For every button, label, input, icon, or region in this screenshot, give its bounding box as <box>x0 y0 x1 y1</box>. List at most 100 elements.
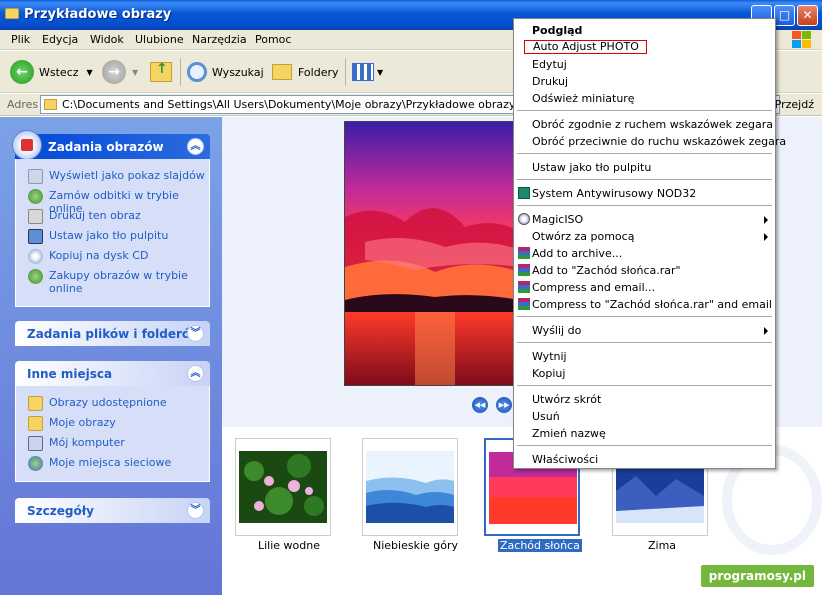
go-button[interactable]: Przejdź <box>775 98 814 111</box>
magiciso-icon <box>518 213 530 225</box>
blue-hills-image <box>366 451 454 523</box>
task-pane: Zadania obrazów ︽ Wyświetl jako pokaz sl… <box>0 117 222 595</box>
menu-separator <box>517 316 772 317</box>
winrar-icon <box>518 247 530 259</box>
other-places-title: Inne miejsca <box>27 367 113 381</box>
menu-item-create-shortcut[interactable]: Utwórz skrót <box>532 393 601 406</box>
thumbnail-label[interactable]: Niebieskie góry <box>373 539 458 552</box>
context-menu: Podgląd Auto Adjust PHOTO Edytuj Drukuj … <box>513 18 786 469</box>
back-button[interactable]: ← Wstecz ▼ <box>10 59 93 85</box>
search-button[interactable]: Wyszukaj <box>187 59 264 85</box>
details-title: Szczegóły <box>27 504 94 518</box>
water-lilies-image <box>239 451 327 523</box>
views-icon <box>352 63 374 81</box>
image-tasks-header[interactable]: Zadania obrazów ︽ <box>12 130 210 160</box>
maximize-button[interactable]: □ <box>774 5 795 26</box>
folder-icon <box>44 99 57 110</box>
task-print[interactable]: Drukuj ten obraz <box>28 209 141 224</box>
menu-item-nod32[interactable]: System Antywirusowy NOD32 <box>532 187 696 200</box>
file-tasks-header[interactable]: Zadania plików i folderów ︾ <box>15 321 210 346</box>
menu-plik[interactable]: Plik <box>11 33 30 46</box>
menu-item-edit[interactable]: Edytuj <box>532 58 567 71</box>
menu-item-magiciso[interactable]: MagicISO <box>532 213 583 226</box>
menu-widok[interactable]: Widok <box>90 33 124 46</box>
folders-label: Foldery <box>298 65 339 79</box>
other-places-header[interactable]: Inne miejsca ︽ <box>15 361 210 386</box>
task-label: Kopiuj na dysk CD <box>49 249 149 262</box>
thumbnail-label-selected[interactable]: Zachód słońca <box>498 539 582 552</box>
folders-button[interactable]: Foldery <box>272 59 339 85</box>
thumbnail-label[interactable]: Zima <box>648 539 676 552</box>
menu-item-set-desktop[interactable]: Ustaw jako tło pulpitu <box>532 161 651 174</box>
folders-icon <box>272 64 292 80</box>
menu-item-preview[interactable]: Podgląd <box>532 24 582 37</box>
menu-ulubione[interactable]: Ulubione <box>135 33 184 46</box>
menu-pomoc[interactable]: Pomoc <box>255 33 291 46</box>
menu-item-properties[interactable]: Właściwości <box>532 453 598 466</box>
task-copy-cd[interactable]: Kopiuj na dysk CD <box>28 249 148 264</box>
thumbnail-lilie-wodne[interactable] <box>235 438 331 536</box>
place-my-pictures[interactable]: Moje obrazy <box>28 416 116 431</box>
details-header[interactable]: Szczegóły ︾ <box>15 498 210 523</box>
task-label: Drukuj ten obraz <box>49 209 141 222</box>
menu-item-cut[interactable]: Wytnij <box>532 350 567 363</box>
place-network[interactable]: Moje miejsca sieciowe <box>28 456 171 471</box>
menu-separator <box>517 179 772 180</box>
watermark-badge: programosy.pl <box>700 565 814 587</box>
expand-chevron-icon[interactable]: ︾ <box>187 502 204 519</box>
menu-item-auto-adjust[interactable]: Auto Adjust PHOTO <box>524 40 647 54</box>
winrar-icon <box>518 298 530 310</box>
folder-icon <box>28 416 43 431</box>
menu-item-print[interactable]: Drukuj <box>532 75 568 88</box>
search-label: Wyszukaj <box>212 65 264 79</box>
place-shared-pictures[interactable]: Obrazy udostępnione <box>28 396 167 411</box>
globe-icon <box>28 189 43 204</box>
task-shop-online[interactable]: Zakupy obrazów w trybie online <box>28 269 188 295</box>
thumbnail-niebieskie-gory[interactable] <box>362 438 458 536</box>
place-label: Moje obrazy <box>49 416 116 429</box>
menu-separator <box>517 445 772 446</box>
menu-narzedzia[interactable]: Narzędzia <box>192 33 247 46</box>
previous-image-button[interactable]: ◀◀ <box>472 397 488 413</box>
other-places-panel: Obrazy udostępnione Moje obrazy Mój komp… <box>15 386 210 482</box>
up-folder-button[interactable]: ↑ <box>150 59 172 85</box>
submenu-arrow-icon <box>764 216 768 224</box>
expand-chevron-icon[interactable]: ︾ <box>187 325 204 342</box>
menu-item-rename[interactable]: Zmień nazwę <box>532 427 606 440</box>
menu-item-compress-rar-email[interactable]: Compress to "Zachód słońca.rar" and emai… <box>532 298 772 311</box>
menu-item-send-to[interactable]: Wyślij do <box>532 324 581 337</box>
place-my-computer[interactable]: Mój komputer <box>28 436 125 451</box>
task-set-desktop[interactable]: Ustaw jako tło pulpitu <box>28 229 168 244</box>
thumbnail-label[interactable]: Lilie wodne <box>258 539 320 552</box>
windows-logo-icon <box>792 31 812 49</box>
next-image-button[interactable]: ▶▶ <box>496 397 512 413</box>
file-tasks-title: Zadania plików i folderów <box>27 327 202 341</box>
collapse-chevron-icon[interactable]: ︽ <box>187 138 204 155</box>
menu-item-delete[interactable]: Usuń <box>532 410 560 423</box>
menu-separator <box>517 153 772 154</box>
up-folder-icon: ↑ <box>150 61 172 82</box>
menu-item-compress-email[interactable]: Compress and email... <box>532 281 655 294</box>
image-tasks-icon <box>12 130 42 160</box>
menu-item-open-with[interactable]: Otwórz za pomocą <box>532 230 634 243</box>
forward-dropdown-icon: ▼ <box>132 67 139 77</box>
menu-edycja[interactable]: Edycja <box>42 33 78 46</box>
collapse-chevron-icon[interactable]: ︽ <box>187 365 204 382</box>
menu-item-add-archive[interactable]: Add to archive... <box>532 247 622 260</box>
image-preview[interactable] <box>344 121 519 386</box>
menu-item-rotate-cw[interactable]: Obróć zgodnie z ruchem wskazówek zegara <box>532 118 773 131</box>
menu-separator <box>517 385 772 386</box>
place-label: Mój komputer <box>49 436 125 449</box>
back-dropdown-icon[interactable]: ▼ <box>87 68 93 77</box>
forward-button[interactable]: → ▼ <box>102 59 138 85</box>
forward-arrow-icon: → <box>102 60 126 84</box>
views-button[interactable]: ▼ <box>352 59 383 85</box>
task-slideshow[interactable]: Wyświetl jako pokaz slajdów <box>28 169 205 184</box>
window-title: Przykładowe obrazy <box>24 7 172 22</box>
place-label: Moje miejsca sieciowe <box>49 456 172 469</box>
menu-item-copy[interactable]: Kopiuj <box>532 367 565 380</box>
menu-item-add-rar[interactable]: Add to "Zachód słońca.rar" <box>532 264 681 277</box>
close-button[interactable]: ✕ <box>797 5 818 26</box>
menu-item-rotate-ccw[interactable]: Obróć przeciwnie do ruchu wskazówek zega… <box>532 135 786 148</box>
menu-item-refresh-thumbnail[interactable]: Odśwież miniaturę <box>532 92 635 105</box>
